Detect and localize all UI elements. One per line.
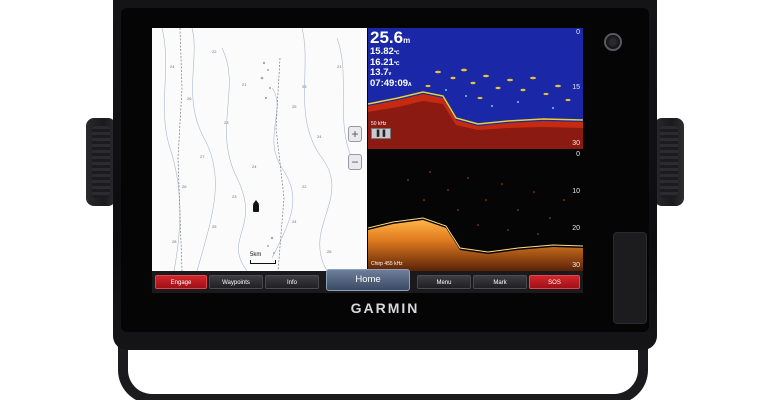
svg-text:26: 26 <box>327 249 332 254</box>
voltage-value: 13.7 <box>370 67 389 78</box>
svg-text:23: 23 <box>232 194 237 199</box>
depth-value: 25.6 <box>370 28 404 47</box>
bottom-frequency-label: Chirp 455 kHz <box>371 261 403 267</box>
svg-text:24: 24 <box>252 164 257 169</box>
sos-button[interactable]: SOS <box>529 275 580 289</box>
softkey-bar: Engage Waypoints Info Home Menu Mark SOS <box>152 269 583 293</box>
top-scale-0: 0 <box>576 29 580 36</box>
svg-text:24: 24 <box>292 219 297 224</box>
bottom-scale-10: 10 <box>572 188 580 195</box>
sonar-pane[interactable]: 25.6m 15.82℃ 16.21℃ 13.7v 07:49:09A 50 k… <box>368 28 583 271</box>
bottom-scale-0: 0 <box>576 151 580 158</box>
top-scale-15: 15 <box>572 84 580 91</box>
svg-text:27: 27 <box>200 154 205 159</box>
navigation-chart-pane[interactable]: 24 22 21 26 23 25 24 27 24 26 23 22 25 24 28 26 23 2… <box>152 28 367 271</box>
bottom-scale-20: 20 <box>572 225 580 232</box>
chart-map-graphic: 24 22 21 26 23 25 24 27 24 26 23 22 25 24 28 26 23 2… <box>161 28 358 271</box>
water-temp-unit: ℃ <box>393 50 400 56</box>
svg-text:24: 24 <box>317 134 322 139</box>
svg-text:25: 25 <box>212 224 217 229</box>
svg-text:21: 21 <box>242 82 247 87</box>
depth-readout: 25.6m <box>370 29 412 46</box>
engage-button[interactable]: Engage <box>155 275 207 289</box>
time-unit: A <box>408 81 412 88</box>
svg-text:26: 26 <box>182 184 187 189</box>
svg-text:22: 22 <box>212 49 217 54</box>
chirp-return-graphic <box>368 171 583 271</box>
svg-text:26: 26 <box>187 96 192 101</box>
svg-text:23: 23 <box>224 120 229 125</box>
home-button[interactable]: Home <box>326 269 410 291</box>
zoom-in-button[interactable]: + <box>348 126 362 142</box>
top-frequency-label: 50 kHz <box>371 121 387 127</box>
mark-button[interactable]: Mark <box>473 275 527 289</box>
pause-icon: ❚❚ <box>375 130 387 137</box>
map-scale-bar <box>250 260 276 264</box>
water-temp-value: 15.82 <box>370 46 394 57</box>
brand-logo: GARMIN <box>350 300 420 316</box>
sonar-data-overlay: 25.6m 15.82℃ 16.21℃ 13.7v 07:49:09A <box>370 29 412 88</box>
top-scale-30: 30 <box>572 140 580 147</box>
info-button[interactable]: Info <box>265 275 319 289</box>
waypoints-button[interactable]: Waypoints <box>209 275 263 289</box>
zoom-out-button[interactable]: − <box>348 154 362 170</box>
svg-text:23: 23 <box>302 84 307 89</box>
traditional-sonar-view[interactable]: 25.6m 15.82℃ 16.21℃ 13.7v 07:49:09A 50 k… <box>368 28 583 149</box>
voltage-unit: v <box>388 71 392 77</box>
svg-text:25: 25 <box>292 104 297 109</box>
depth-unit: m <box>403 36 411 45</box>
svg-text:28: 28 <box>172 239 177 244</box>
left-mount-knob[interactable] <box>86 118 116 206</box>
svg-text:24: 24 <box>170 64 175 69</box>
temp2-unit: ℃ <box>393 60 400 67</box>
svg-text:22: 22 <box>302 184 307 189</box>
right-mount-knob[interactable] <box>654 118 684 206</box>
menu-button[interactable]: Menu <box>417 275 471 289</box>
time-value: 07:49:09 <box>370 77 409 89</box>
bottom-scale-30: 30 <box>572 262 580 269</box>
chirp-sonar-view[interactable]: Chirp 455 kHz 0 10 20 30 <box>368 150 583 271</box>
pause-button[interactable]: ❚❚ <box>371 128 391 139</box>
temp2-value: 16.21 <box>370 56 394 68</box>
power-button-icon[interactable] <box>604 33 622 51</box>
display-screen[interactable]: 24 22 21 26 23 25 24 27 24 26 23 22 25 24 28 26 23 2… <box>152 28 583 271</box>
svg-text:21: 21 <box>337 64 342 69</box>
map-scale-label: 5km <box>250 252 262 258</box>
